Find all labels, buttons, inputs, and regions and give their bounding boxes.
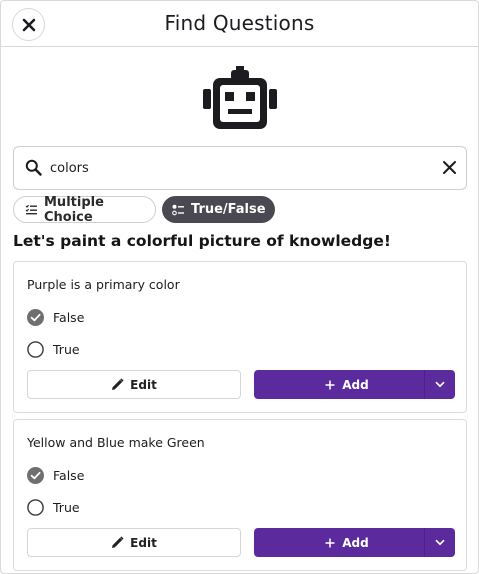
answer-option: True: [27, 497, 80, 517]
filter-true-false[interactable]: True/False: [162, 196, 275, 223]
search-icon: [25, 159, 42, 176]
add-split-button: Add: [254, 370, 455, 399]
find-questions-dialog: Find Questions Multiple Choice: [0, 0, 479, 574]
filter-multiple-choice[interactable]: Multiple Choice: [13, 194, 156, 225]
add-button[interactable]: Add: [254, 528, 424, 557]
plus-icon: [325, 538, 335, 547]
chevron-down-icon: [435, 381, 445, 388]
empty-circle-icon: [27, 498, 44, 516]
edit-label: Edit: [130, 535, 157, 550]
option-label: False: [53, 467, 85, 483]
add-label: Add: [342, 535, 369, 550]
dialog-title: Find Questions: [164, 11, 315, 35]
edit-button[interactable]: Edit: [27, 370, 241, 399]
option-label: False: [53, 309, 85, 325]
question-text: Yellow and Blue make Green: [27, 435, 205, 450]
option-label: True: [53, 341, 80, 357]
clear-icon[interactable]: [442, 160, 457, 175]
edit-label: Edit: [130, 377, 157, 392]
add-options-button[interactable]: [425, 370, 455, 399]
option-label: True: [53, 499, 80, 515]
chevron-down-icon: [435, 539, 445, 546]
answer-option: False: [27, 307, 84, 327]
true-false-icon: [172, 204, 184, 215]
add-split-button: Add: [254, 528, 455, 557]
empty-circle-icon: [27, 340, 44, 358]
plus-icon: [325, 380, 335, 389]
add-label: Add: [342, 377, 369, 392]
check-circle-icon: [27, 308, 44, 326]
checklist-icon: [25, 204, 37, 215]
edit-button[interactable]: Edit: [27, 528, 241, 557]
question-card: Yellow and Blue make Green False True Ed…: [13, 419, 467, 571]
answer-option: False: [27, 465, 84, 485]
filter-label: True/False: [191, 202, 266, 217]
answer-option: True: [27, 339, 80, 359]
pencil-icon: [112, 536, 124, 548]
search-box: [13, 146, 467, 190]
dialog-header: Find Questions: [1, 1, 478, 47]
filter-label: Multiple Choice: [44, 194, 104, 225]
question-card: Purple is a primary color False True Edi…: [13, 261, 467, 413]
results-heading: Let's paint a colorful picture of knowle…: [13, 232, 391, 250]
robot-icon: [203, 66, 277, 129]
check-circle-icon: [27, 466, 44, 484]
add-options-button[interactable]: [425, 528, 455, 557]
add-button[interactable]: Add: [254, 370, 424, 399]
question-text: Purple is a primary color: [27, 277, 180, 292]
pencil-icon: [112, 378, 124, 390]
search-input[interactable]: [50, 155, 420, 181]
